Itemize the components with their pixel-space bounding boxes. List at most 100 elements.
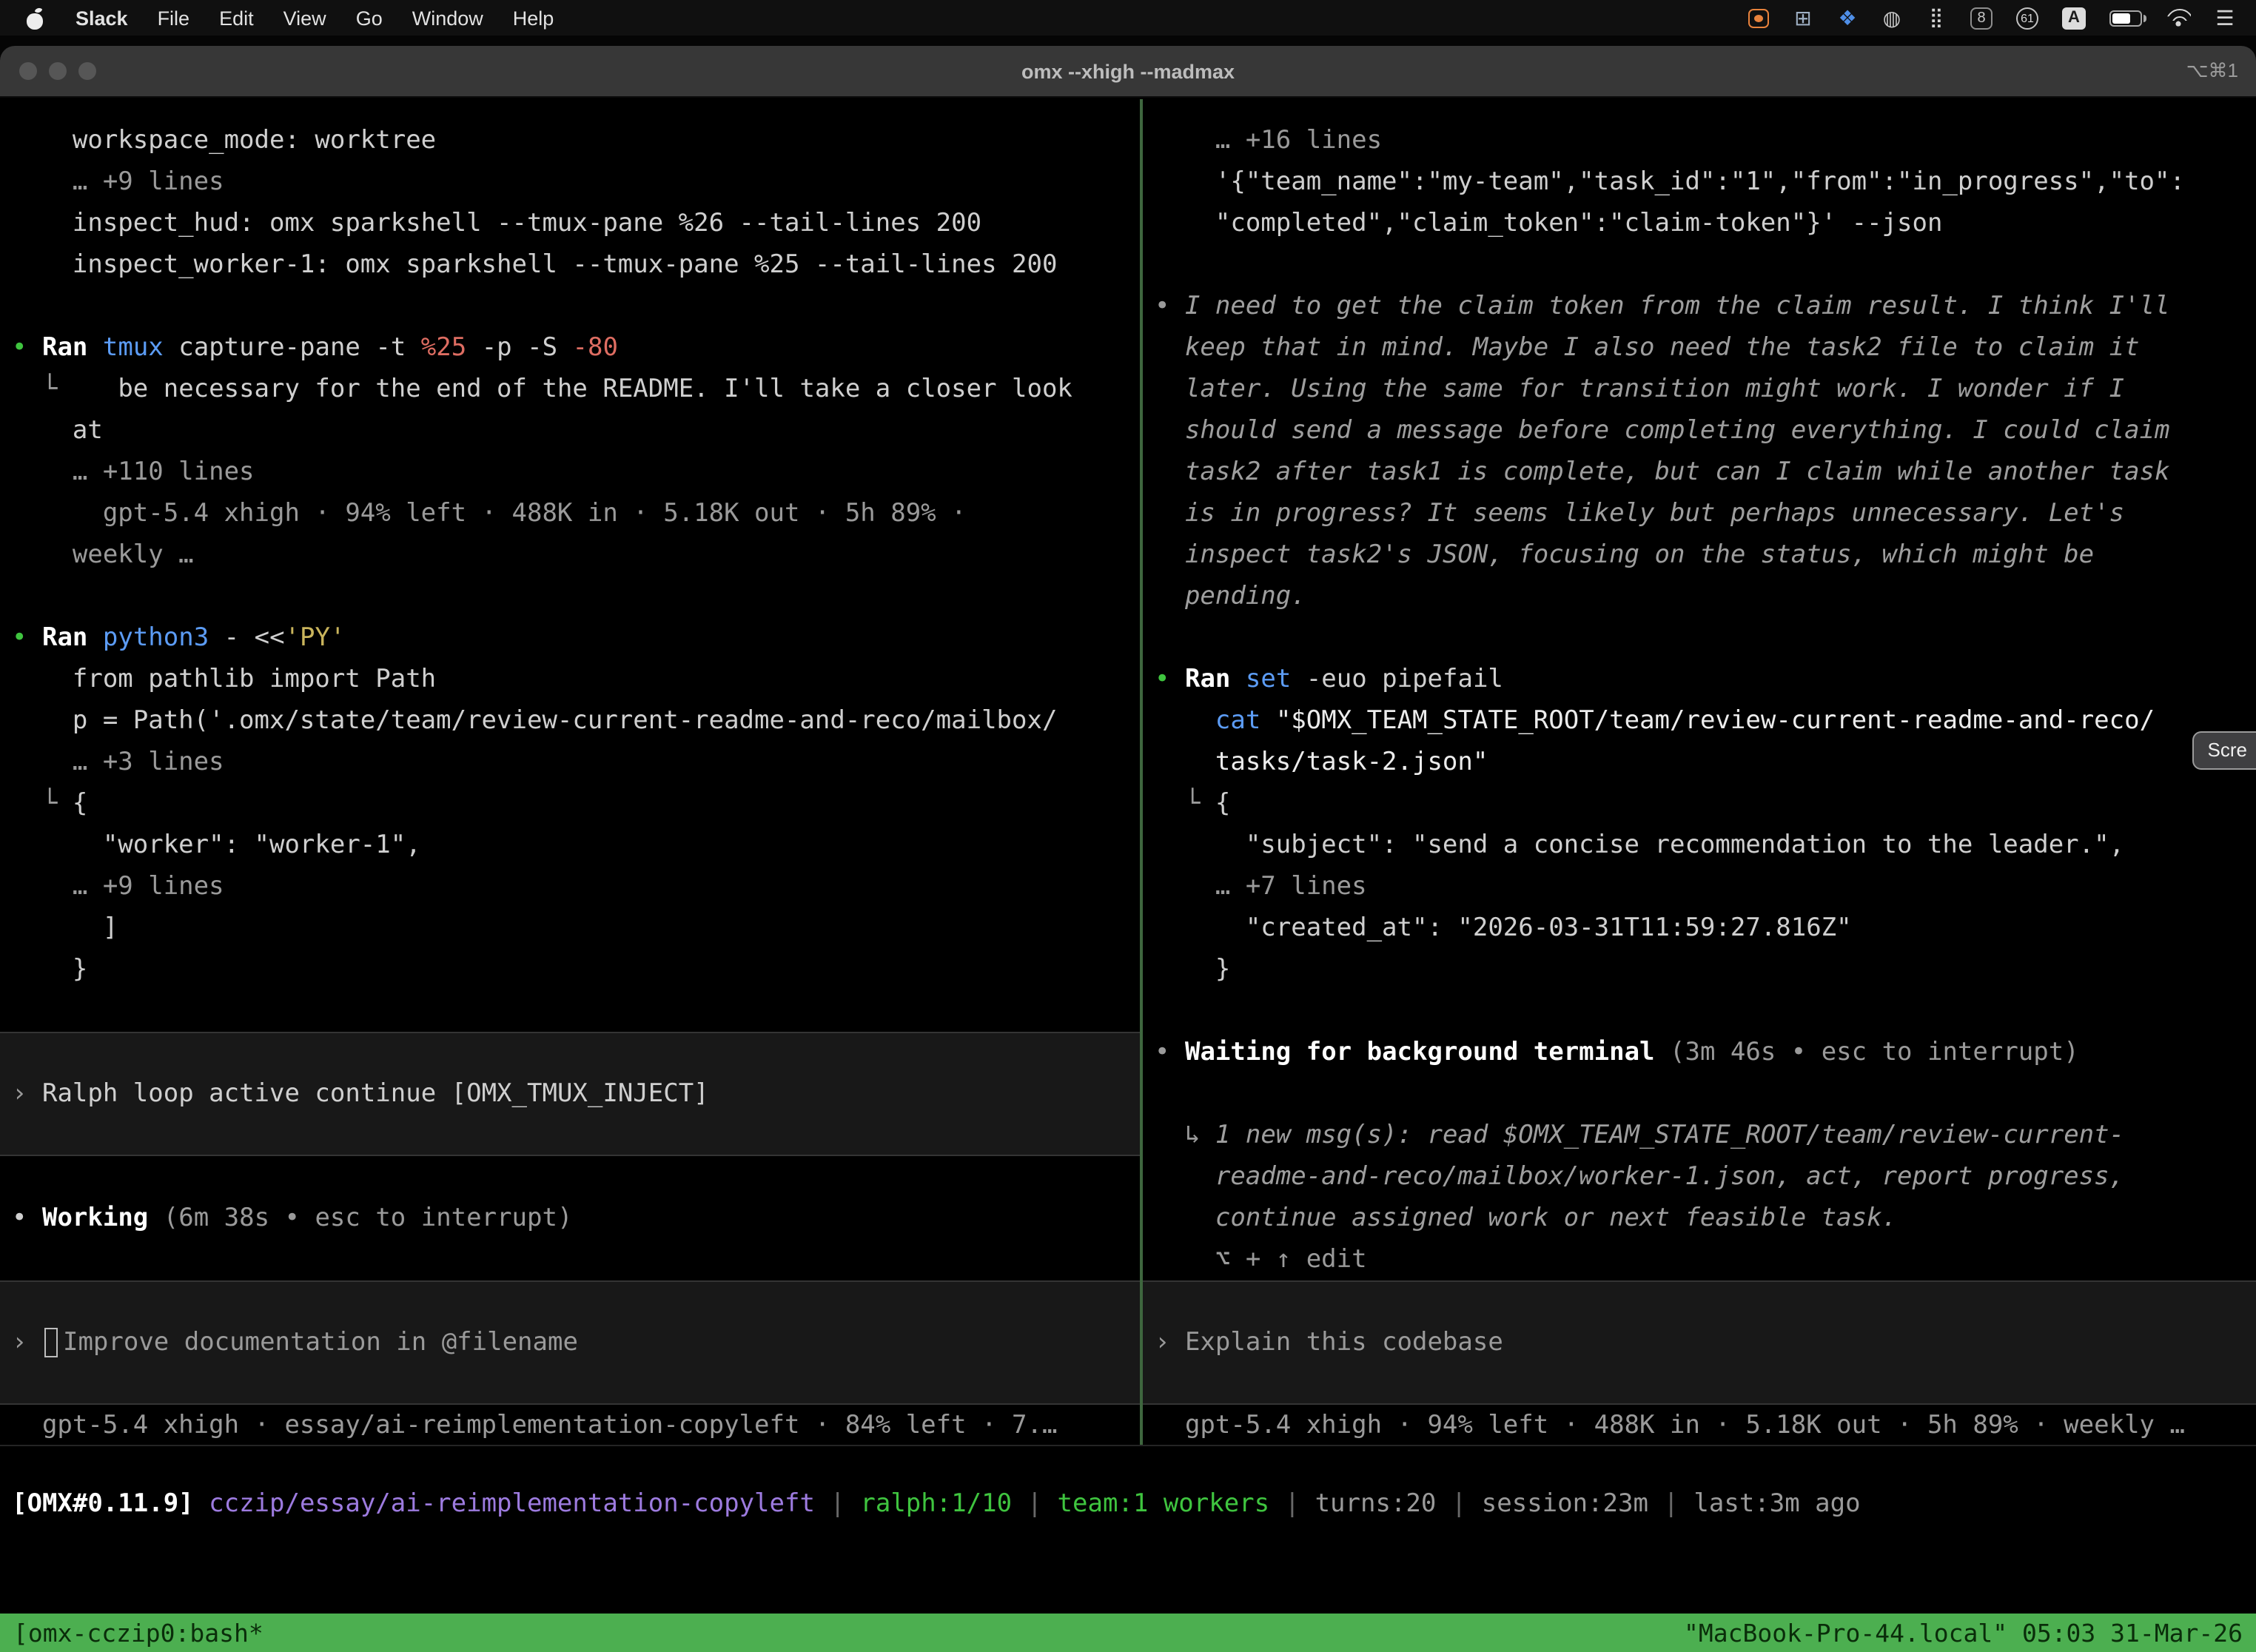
text-segment: -80 xyxy=(573,333,618,363)
tmux-host-clock: "MacBook-Pro-44.local" 05:03 31-Mar-26 xyxy=(1684,1619,2243,1647)
dots-grid-icon[interactable]: ⣿ xyxy=(1926,6,1947,30)
terminal-row xyxy=(0,1032,1140,1073)
working-status: • Working (6m 38s • esc to interrupt) xyxy=(0,1198,1140,1239)
screen-recording-indicator-icon[interactable] xyxy=(1748,8,1769,27)
terminal-row xyxy=(1143,1363,2256,1405)
minimize-button[interactable] xyxy=(49,62,67,80)
text-segment: turns:20 xyxy=(1315,1489,1437,1519)
terminal-content: workspace_mode: worktree … +9 lines insp… xyxy=(0,99,2256,1652)
terminal-row: inspect_hud: omx sparkshell --tmux-pane … xyxy=(0,203,1140,244)
terminal-row: keep that in mind. Maybe I also need the… xyxy=(1143,327,2256,369)
prompt-input[interactable]: › Improve documentation in @filename xyxy=(0,1322,1140,1363)
wifi-icon[interactable] xyxy=(2166,9,2191,27)
text-segment: I need to get the claim token from the c… xyxy=(1185,292,2170,321)
text-segment: - << xyxy=(224,623,285,653)
text-segment: 'PY' xyxy=(285,623,346,653)
prompt-suggestion[interactable]: › Explain this codebase xyxy=(1143,1322,2256,1363)
text-segment: continue assigned work or next feasible … xyxy=(1155,1203,1897,1233)
text-segment: | xyxy=(1269,1489,1315,1519)
close-button[interactable] xyxy=(19,62,37,80)
screen-share-chip[interactable]: Scre xyxy=(2193,731,2256,770)
terminal-row: inspect task2's JSON, focusing on the st… xyxy=(1143,534,2256,576)
terminal-row: pending. xyxy=(1143,576,2256,617)
text-segment: Ran xyxy=(42,623,103,653)
text-segment: (3m 46s • esc to interrupt) xyxy=(1670,1038,2079,1067)
model-status-line: gpt-5.4 xhigh · essay/ai-reimplementatio… xyxy=(0,1405,1140,1445)
terminal-row: tasks/task-2.json" xyxy=(1143,742,2256,783)
zoom-button[interactable] xyxy=(78,62,96,80)
text-segment: p = Path('.omx/state/team/review-current… xyxy=(12,706,1057,736)
text-segment: ralph:1/10 xyxy=(860,1489,1012,1519)
terminal-row xyxy=(0,576,1140,617)
text-segment: › Explain this codebase xyxy=(1155,1328,1503,1357)
terminal-row xyxy=(1143,1073,2256,1115)
text-segment: Improve documentation in @filename xyxy=(63,1328,578,1357)
window-title: omx --xhigh --madmax xyxy=(0,60,2256,82)
text-segment: later. Using the same for transition mig… xyxy=(1155,375,2124,404)
text-segment: tmux xyxy=(103,333,178,363)
battery-icon[interactable] xyxy=(2109,10,2142,26)
menu-lines-icon[interactable]: ☰ xyxy=(2215,6,2235,30)
text-segment: … +7 lines xyxy=(1155,872,1367,901)
text-segment: inspect_hud: omx sparkshell --tmux-pane … xyxy=(12,209,981,238)
terminal-row: gpt-5.4 xhigh · 94% left · 488K in · 5.1… xyxy=(0,493,1140,534)
terminal-row: later. Using the same for transition mig… xyxy=(1143,369,2256,410)
terminal-row: • Ran tmux capture-pane -t %25 -p -S -80 xyxy=(0,327,1140,369)
tmux-status-bar: [omx-cczip0:bash* "MacBook-Pro-44.local"… xyxy=(0,1614,2256,1652)
macos-menu-bar: Slack FileEditViewGoWindowHelp ⊞ ❖ ◍ ⣿ 8 61 A ☰ xyxy=(0,0,2256,36)
menu-help[interactable]: Help xyxy=(498,7,569,29)
text-segment: Waiting for background terminal xyxy=(1185,1038,1670,1067)
text-segment: gpt-5.4 xhigh · 94% left · 488K in · 5.1… xyxy=(12,499,967,528)
text-segment: • xyxy=(1155,665,1185,694)
menu-edit[interactable]: Edit xyxy=(204,7,269,29)
omx-status-bar: [OMX#0.11.9] cczip/essay/ai-reimplementa… xyxy=(0,1483,2256,1525)
text-segment: be necessary for the end of the README. … xyxy=(118,375,1072,404)
text-segment: inspect_worker-1: omx sparkshell --tmux-… xyxy=(12,250,1057,280)
terminal-pane-left[interactable]: workspace_mode: worktree … +9 lines insp… xyxy=(0,99,1140,1445)
text-segment: keep that in mind. Maybe I also need the… xyxy=(1155,333,2140,363)
terminal-row xyxy=(0,1115,1140,1156)
text-segment: last:3m ago xyxy=(1693,1489,1860,1519)
app-icon-8[interactable]: 8 xyxy=(1970,7,1993,29)
terminal-row: ↳ 1 new msg(s): read $OMX_TEAM_STATE_ROO… xyxy=(1143,1115,2256,1156)
gauge-icon[interactable]: 61 xyxy=(2016,7,2038,29)
menu-file[interactable]: File xyxy=(143,7,205,29)
blue-app-icon[interactable]: ❖ xyxy=(1837,6,1858,30)
grid-app-icon[interactable]: ⊞ xyxy=(1793,6,1813,30)
terminal-row xyxy=(0,286,1140,327)
terminal-row: '{"team_name":"my-team","task_id":"1","f… xyxy=(1143,161,2256,203)
terminal-row: "completed","claim_token":"claim-token"}… xyxy=(1143,203,2256,244)
text-segment: '{"team_name":"my-team","task_id":"1","f… xyxy=(1155,167,2185,197)
terminal-row: • I need to get the claim token from the… xyxy=(1143,286,2256,327)
text-segment: • xyxy=(12,1203,42,1233)
text-segment: task2 after task1 is complete, but can I… xyxy=(1155,457,2170,487)
text-segment: • xyxy=(1155,292,1185,321)
terminal-row: readme-and-reco/mailbox/worker-1.json, a… xyxy=(1143,1156,2256,1198)
apple-logo-icon[interactable] xyxy=(24,7,46,29)
terminal-row: … +7 lines xyxy=(1143,866,2256,907)
menu-app-name[interactable]: Slack xyxy=(61,7,143,29)
input-source-icon[interactable]: A xyxy=(2062,7,2086,29)
terminal-row: "created_at": "2026-03-31T11:59:27.816Z" xyxy=(1143,907,2256,949)
terminal-row xyxy=(1143,1280,2256,1322)
text-segment: └ xyxy=(12,375,118,404)
text-segment: ↳ xyxy=(1155,1121,1215,1150)
text-segment: session:23m xyxy=(1482,1489,1648,1519)
text-segment: "created_at": "2026-03-31T11:59:27.816Z" xyxy=(1155,913,1852,943)
text-segment: gpt-5.4 xhigh · essay/ai-reimplementatio… xyxy=(12,1411,1057,1440)
text-segment: "subject": "send a concise recommendatio… xyxy=(1155,830,2124,860)
text-segment: • xyxy=(1155,1038,1185,1067)
menu-window[interactable]: Window xyxy=(397,7,498,29)
menu-go[interactable]: Go xyxy=(341,7,397,29)
dark-circle-app-icon[interactable]: ◍ xyxy=(1881,6,1902,30)
text-segment: ⌥ + ↑ edit xyxy=(1155,1245,1367,1275)
text-segment xyxy=(1155,706,1215,736)
text-segment: | xyxy=(1436,1489,1481,1519)
window-titlebar[interactable]: omx --xhigh --madmax ⌥⌘1 xyxy=(0,46,2256,98)
text-segment: … +110 lines xyxy=(12,457,255,487)
terminal-pane-right[interactable]: … +16 lines '{"team_name":"my-team","tas… xyxy=(1143,99,2256,1445)
menu-view[interactable]: View xyxy=(269,7,341,29)
text-segment: team:1 workers xyxy=(1058,1489,1270,1519)
text-segment: capture-pane -t xyxy=(178,333,421,363)
waiting-status: • Waiting for background terminal (3m 46… xyxy=(1143,1032,2256,1073)
